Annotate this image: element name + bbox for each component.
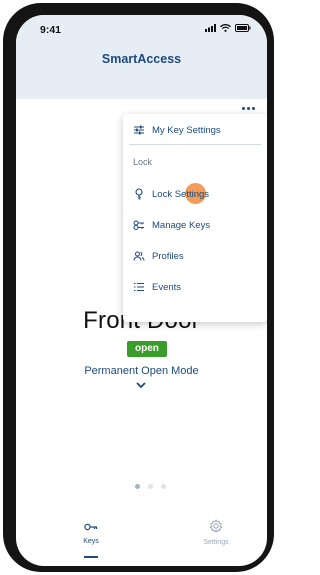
phone-screen: 9:41 SmartAccess Front open Permanent Op…	[16, 15, 267, 566]
menu-item-my-key-settings[interactable]: My Key Settings	[123, 116, 267, 144]
menu-divider	[129, 144, 261, 145]
menu-item-label: Events	[152, 281, 182, 293]
menu-item-label: My Key Settings	[152, 124, 221, 136]
users-icon	[133, 251, 145, 261]
status-icons	[205, 24, 251, 32]
status-time: 9:41	[40, 24, 62, 36]
menu-item-manage-keys[interactable]: Manage Keys	[123, 211, 267, 239]
menu-item-label: Manage Keys	[152, 219, 211, 231]
menu-item-profiles[interactable]: Profiles	[123, 242, 267, 270]
list-icon	[134, 282, 144, 292]
more-dots-icon	[241, 106, 245, 110]
key-icon	[135, 188, 143, 200]
chevron-down-icon[interactable]	[135, 381, 147, 389]
lock-status-badge: open	[127, 341, 167, 357]
key-icon	[84, 523, 98, 531]
status-bar: 9:41	[16, 15, 267, 45]
tab-bar: Keys Settings	[16, 513, 267, 566]
tab-keys[interactable]: Keys	[61, 519, 121, 558]
sliders-icon	[134, 125, 144, 135]
page-dot[interactable]	[148, 484, 153, 489]
menu-item-label: Profiles	[152, 250, 184, 262]
app-title: SmartAccess	[101, 52, 182, 66]
more-dot	[251, 106, 255, 110]
page-dot[interactable]	[161, 484, 166, 489]
gear-icon	[209, 519, 223, 533]
app-header: SmartAccess	[16, 45, 267, 99]
lock-mode-label[interactable]: Permanent Open Mode	[16, 365, 267, 377]
menu-item-lock-settings[interactable]: Lock Settings	[123, 180, 267, 208]
more-dot	[246, 106, 250, 110]
menu-item-events[interactable]: Events	[123, 273, 267, 301]
tab-keys-label: Keys	[83, 538, 99, 545]
menu-item-label: Lock Settings	[152, 188, 210, 200]
menu-section-lock: Lock	[133, 157, 153, 167]
keys-icon	[133, 220, 144, 230]
signal-icon	[205, 24, 216, 32]
page-indicator	[135, 484, 166, 489]
phone-frame: 9:41 SmartAccess Front open Permanent Op…	[3, 3, 274, 572]
wifi-icon	[220, 24, 231, 32]
tab-settings[interactable]: Settings	[186, 519, 246, 546]
page-dot-active[interactable]	[135, 484, 140, 489]
tab-settings-label: Settings	[203, 539, 229, 546]
battery-icon	[235, 24, 251, 32]
overflow-menu: My Key Settings Lock Lock Settings Manag…	[123, 114, 267, 322]
tab-active-indicator	[84, 556, 98, 558]
more-menu-button[interactable]	[236, 103, 260, 113]
